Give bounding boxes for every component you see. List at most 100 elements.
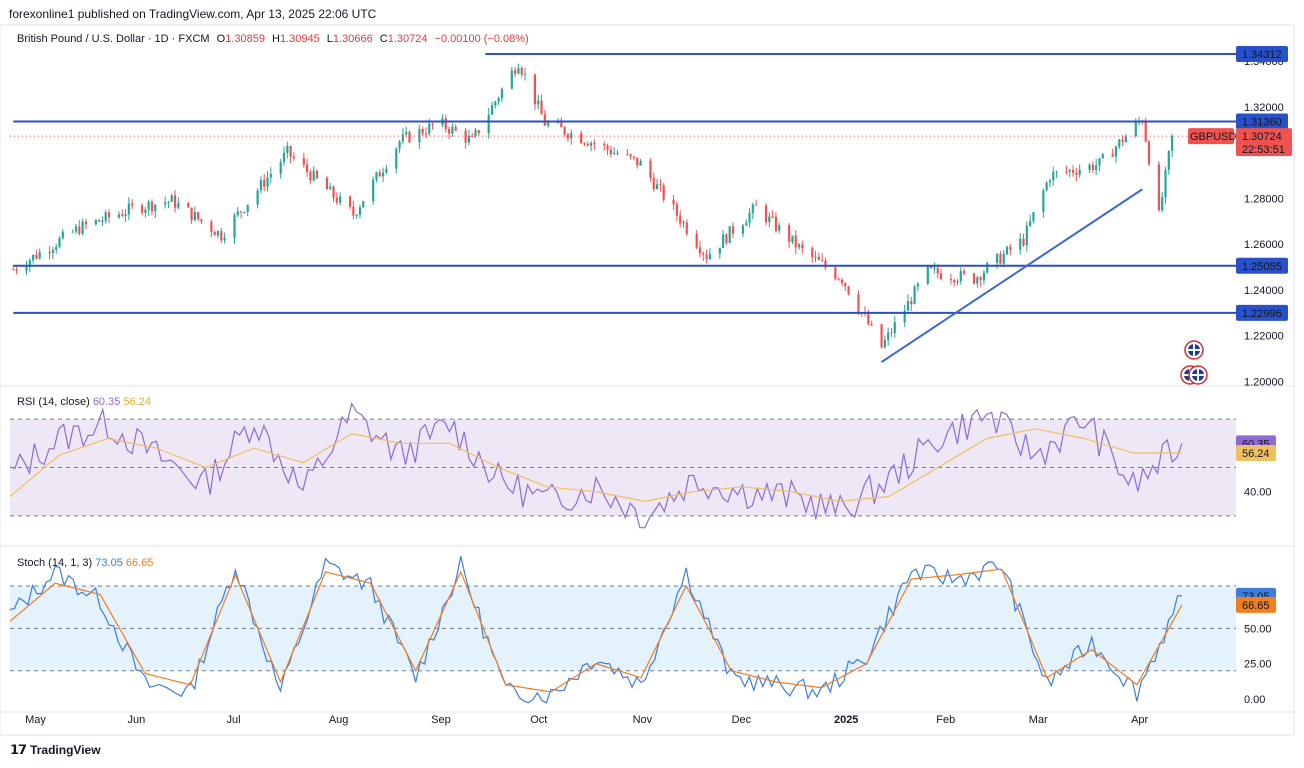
candle-body xyxy=(1170,136,1174,151)
candle-body xyxy=(659,184,662,186)
candle-body xyxy=(428,123,431,134)
candle-body xyxy=(121,214,124,217)
candle-body xyxy=(890,332,893,334)
candle-body xyxy=(187,203,190,208)
candle-body xyxy=(609,149,612,155)
candle-body xyxy=(447,128,451,134)
candle-body xyxy=(675,204,678,216)
candle-body xyxy=(302,158,305,165)
candle-body xyxy=(632,156,636,158)
candle-body xyxy=(454,126,457,131)
last-price-label: 1.30724 xyxy=(1242,131,1282,143)
candle-body xyxy=(613,152,616,155)
candle-body xyxy=(755,204,758,206)
candle-body xyxy=(910,301,913,305)
candle-body xyxy=(444,118,447,129)
candle-body xyxy=(547,122,550,126)
candle-body xyxy=(424,133,428,135)
candle-body xyxy=(78,226,81,234)
candle-body xyxy=(725,234,728,243)
stoch-axis-label: 50.00 xyxy=(1244,623,1272,635)
time-axis-label: 2025 xyxy=(834,714,858,726)
candle-body xyxy=(94,219,97,225)
candle-body xyxy=(722,234,725,248)
candle-body xyxy=(1029,221,1032,226)
candle-body xyxy=(15,269,18,271)
candle-body xyxy=(315,170,319,179)
candle-body xyxy=(870,324,873,326)
candle-body xyxy=(177,203,180,208)
candle-body xyxy=(702,253,705,255)
stoch-axis-label: 25.00 xyxy=(1244,659,1272,671)
candle-body xyxy=(655,184,659,190)
candle-body xyxy=(289,145,292,157)
candle-body xyxy=(477,130,480,134)
level-price-label: 1.22996 xyxy=(1242,308,1282,320)
candle-body xyxy=(497,98,500,102)
time-axis-label: Aug xyxy=(329,714,349,726)
candle-body xyxy=(963,271,966,274)
candle-body xyxy=(269,173,272,178)
candle-body xyxy=(639,161,642,166)
time-axis-label: May xyxy=(25,714,46,726)
candle-body xyxy=(543,114,546,126)
level-price-label: 1.25055 xyxy=(1242,261,1282,273)
candle-body xyxy=(1025,225,1028,246)
candle-body xyxy=(312,170,315,181)
candle-body xyxy=(101,220,104,222)
candle-body xyxy=(1068,170,1071,172)
candle-body xyxy=(173,195,177,208)
candle-body xyxy=(223,237,226,241)
candle-body xyxy=(236,211,239,216)
candle-body xyxy=(117,214,121,218)
candle-body xyxy=(213,231,216,236)
candle-body xyxy=(745,222,748,226)
candle-body xyxy=(398,141,401,149)
candle-body xyxy=(510,70,513,89)
candle-body xyxy=(883,339,886,348)
candle-body xyxy=(131,203,134,206)
candle-body xyxy=(586,143,589,146)
candle-body xyxy=(979,277,982,281)
candle-body xyxy=(936,267,939,274)
candle-body xyxy=(500,88,504,99)
candle-body xyxy=(844,283,847,287)
candle-body xyxy=(695,233,698,248)
candle-body xyxy=(1144,121,1147,142)
candle-body xyxy=(335,197,338,203)
candle-body xyxy=(494,101,497,106)
candle-body xyxy=(1088,164,1091,170)
candle-body xyxy=(926,265,929,284)
candle-body xyxy=(266,177,269,187)
price-axis-label: 1.26000 xyxy=(1244,239,1284,251)
tradingview-footer[interactable]: 𝟭𝟳 TradingView xyxy=(10,742,101,758)
candle-body xyxy=(708,253,711,260)
candle-body xyxy=(811,248,814,258)
candle-body xyxy=(1048,180,1052,183)
candle-body xyxy=(1019,238,1022,250)
candle-body xyxy=(362,201,365,208)
candle-body xyxy=(35,254,38,259)
time-axis-label: Apr xyxy=(1131,714,1148,726)
candle-body xyxy=(408,132,411,143)
candle-body xyxy=(616,152,619,154)
chart-canvas[interactable]: 1.340001.320001.280001.260001.240001.220… xyxy=(0,0,1304,768)
symbol-tag-label: GBPUSD xyxy=(1190,131,1237,143)
candle-body xyxy=(540,100,543,115)
candle-body xyxy=(893,322,896,333)
candle-body xyxy=(976,277,979,284)
candle-body xyxy=(933,267,936,269)
candle-body xyxy=(395,148,398,169)
candle-body xyxy=(246,204,249,212)
candle-body xyxy=(325,178,329,190)
candle-body xyxy=(583,143,586,145)
candle-body xyxy=(788,225,791,243)
candle-body xyxy=(514,70,517,74)
price-axis-label: 1.24000 xyxy=(1244,285,1284,297)
candle-body xyxy=(580,133,583,144)
candle-body xyxy=(953,280,956,283)
candle-body xyxy=(256,190,259,205)
candle-body xyxy=(1147,141,1151,165)
candle-body xyxy=(982,272,986,281)
candle-body xyxy=(292,156,296,159)
